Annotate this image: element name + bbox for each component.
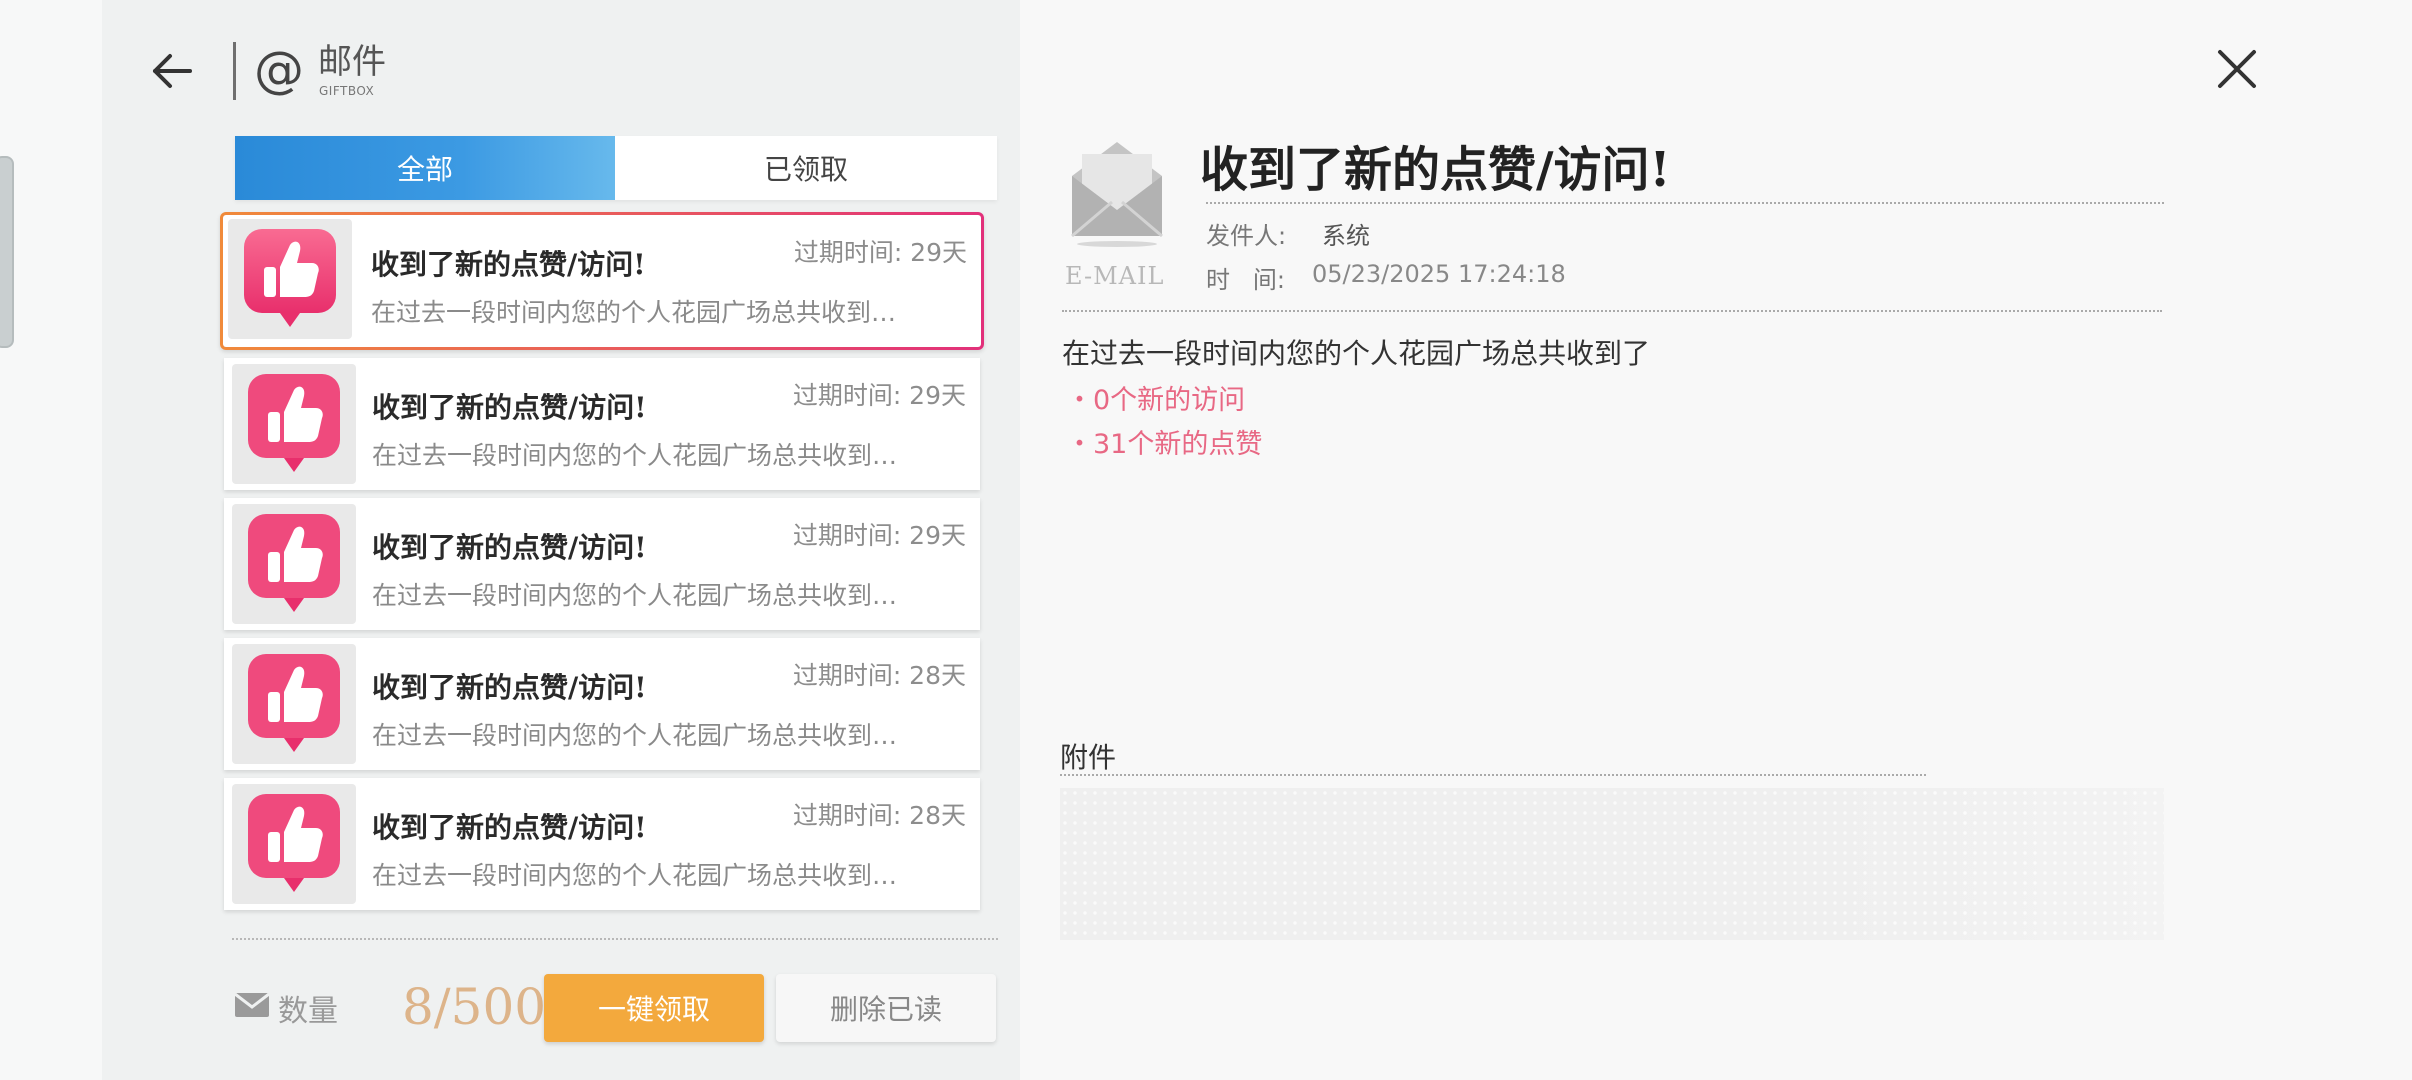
mail-icon <box>234 992 270 1017</box>
mail-preview: 在过去一段时间内您的个人花园广场总共收到… <box>371 298 897 327</box>
detail-body-line: ・0个新的访问 <box>1066 385 1246 416</box>
mail-expiry: 过期时间: 29天 <box>793 238 967 267</box>
attachment-divider <box>1060 774 1926 776</box>
thumbs-up-icon <box>248 374 340 472</box>
mail-thumbnail <box>228 219 352 339</box>
envelope-icon <box>1071 142 1163 247</box>
mail-thumbnail <box>232 784 356 904</box>
mail-expiry: 过期时间: 29天 <box>792 381 966 410</box>
detail-body-line: ・31个新的点赞 <box>1066 429 1263 460</box>
thumbs-up-icon <box>244 229 336 327</box>
thumbs-up-icon <box>248 794 340 892</box>
page-title: 邮件 <box>318 42 386 82</box>
mail-expiry: 过期时间: 28天 <box>792 661 966 690</box>
mail-title: 收到了新的点赞/访问! <box>372 531 647 564</box>
page-subtitle: GIFTBOX <box>319 84 375 98</box>
detail-divider <box>1206 202 2164 204</box>
left-edge-strip <box>0 0 102 1080</box>
mail-preview: 在过去一段时间内您的个人花园广场总共收到… <box>372 721 898 750</box>
mail-title: 收到了新的点赞/访问! <box>372 811 647 844</box>
mail-thumbnail <box>232 504 356 624</box>
mail-title: 收到了新的点赞/访问! <box>372 391 647 424</box>
detail-divider <box>1062 310 2162 312</box>
mail-preview: 在过去一段时间内您的个人花园广场总共收到… <box>372 581 898 610</box>
thumbs-up-icon <box>248 514 340 612</box>
at-sign-icon: @ <box>254 41 304 99</box>
mail-list-item[interactable]: 收到了新的点赞/访问! 在过去一段时间内您的个人花园广场总共收到… 过期时间: … <box>224 638 980 770</box>
mail-list-item[interactable]: 收到了新的点赞/访问! 在过去一段时间内您的个人花园广场总共收到… 过期时间: … <box>224 358 980 490</box>
back-arrow-icon <box>153 54 192 88</box>
email-caption: E-MAIL <box>1065 262 1165 290</box>
mail-thumbnail <box>232 364 356 484</box>
mail-thumbnail <box>232 644 356 764</box>
mail-count-value: 8/500 <box>402 978 547 1036</box>
time-label: 时 间: <box>1206 266 1285 294</box>
header-divider <box>233 42 236 100</box>
mail-expiry: 过期时间: 29天 <box>792 521 966 550</box>
delete-read-button[interactable]: 删除已读 <box>776 974 996 1042</box>
mail-title: 收到了新的点赞/访问! <box>372 671 647 704</box>
mail-tabs: 全部 已领取 <box>235 136 997 200</box>
mail-count-label: 数量 <box>278 994 338 1029</box>
attachment-label: 附件 <box>1060 741 1117 774</box>
claim-all-button[interactable]: 一键领取 <box>544 974 764 1042</box>
sender-value: 系统 <box>1322 222 1370 250</box>
mail-list-item[interactable]: 收到了新的点赞/访问! 在过去一段时间内您的个人花园广场总共收到… 过期时间: … <box>220 212 984 350</box>
mail-preview: 在过去一段时间内您的个人花园广场总共收到… <box>372 861 898 890</box>
attachment-area <box>1060 788 2164 940</box>
detail-body-intro: 在过去一段时间内您的个人花园广场总共收到了 <box>1062 337 1651 370</box>
mail-preview: 在过去一段时间内您的个人花园广场总共收到… <box>372 441 898 470</box>
mail-list-item[interactable]: 收到了新的点赞/访问! 在过去一段时间内您的个人花园广场总共收到… 过期时间: … <box>224 778 980 910</box>
mail-expiry: 过期时间: 28天 <box>792 801 966 830</box>
time-value: 05/23/2025 17:24:18 <box>1312 260 1566 288</box>
list-divider <box>232 938 998 940</box>
tab-claimed[interactable]: 已领取 <box>615 136 997 200</box>
detail-title: 收到了新的点赞/访问! <box>1200 142 1671 198</box>
back-button[interactable] <box>150 46 194 96</box>
sender-label: 发件人: <box>1206 222 1287 250</box>
close-icon[interactable] <box>2216 48 2258 90</box>
mail-title: 收到了新的点赞/访问! <box>371 248 646 281</box>
side-drawer-handle[interactable] <box>0 156 14 348</box>
thumbs-up-icon <box>248 654 340 752</box>
tab-all[interactable]: 全部 <box>235 136 615 200</box>
mail-list-item[interactable]: 收到了新的点赞/访问! 在过去一段时间内您的个人花园广场总共收到… 过期时间: … <box>224 498 980 630</box>
